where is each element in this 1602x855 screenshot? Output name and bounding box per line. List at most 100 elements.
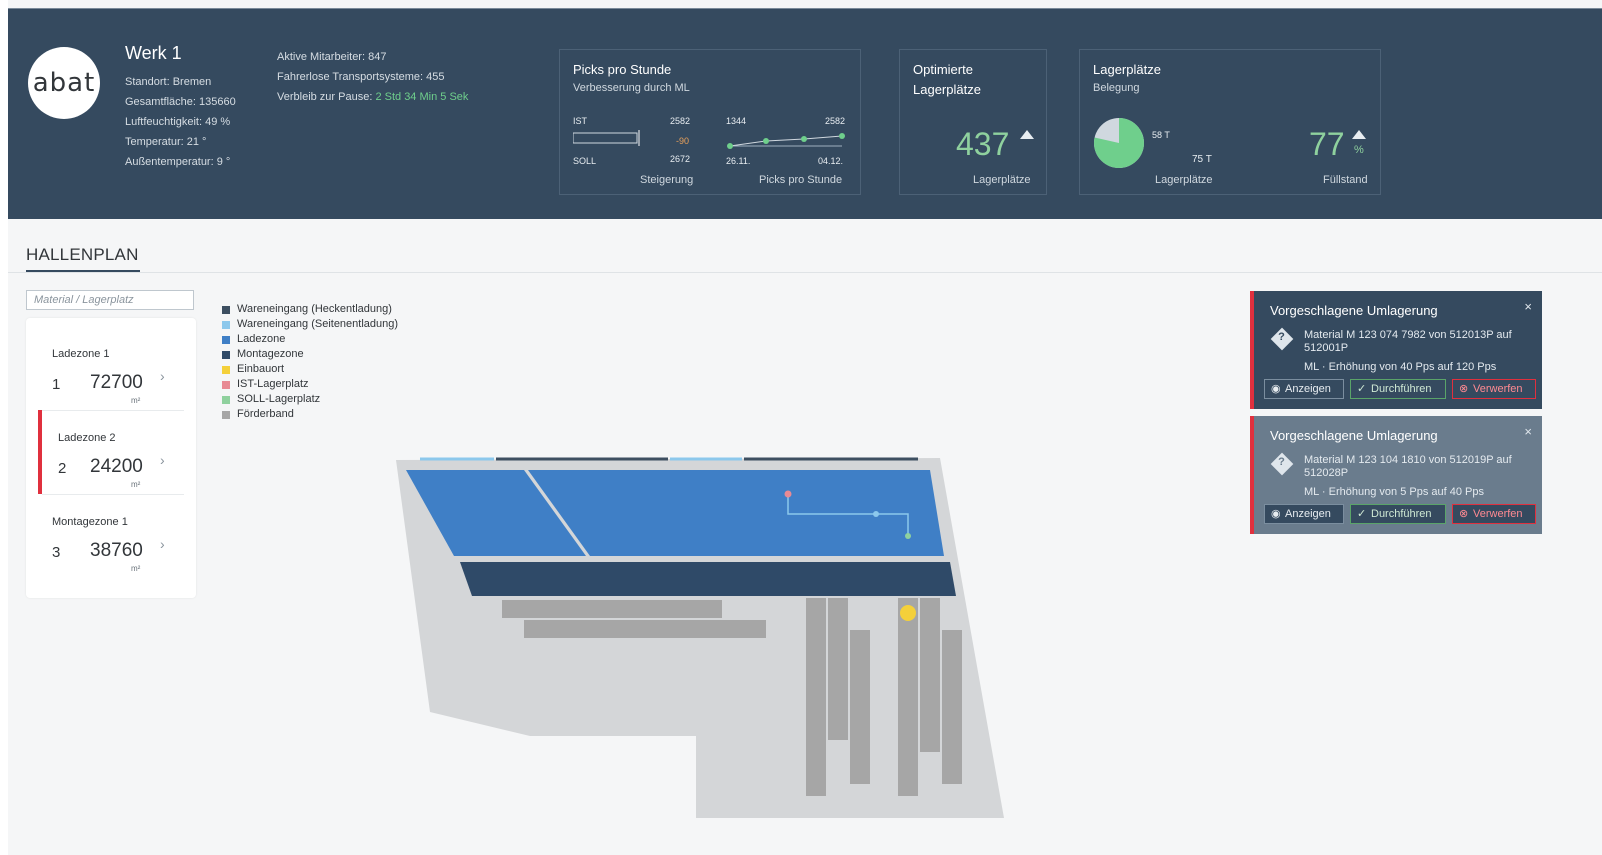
spark-point [763,138,769,144]
legend-item: Montagezone [222,347,398,362]
ist-bar [573,132,638,144]
reject-button[interactable]: ⊗ Verwerfen [1452,379,1536,399]
legend-label: Ladezone [237,333,286,345]
pie-total: 75 T [1192,154,1212,165]
picks-tile[interactable]: Picks pro Stunde Verbesserung durch ML I… [559,49,861,195]
show-button-label: Anzeigen [1285,508,1331,520]
close-icon[interactable]: × [1524,424,1532,439]
installation-point[interactable] [900,605,916,621]
execute-button[interactable]: ✓ Durchführen [1350,379,1446,399]
dashboard-header: abat Werk 1 Standort: Bremen Gesamtfläch… [8,8,1602,219]
trend-up-icon [1020,130,1034,139]
spark-point [801,136,807,142]
soll-value: 2672 [670,154,691,164]
fill-percent: 77 [1309,126,1345,162]
company-logo: abat [28,47,100,119]
date-end: 04.12. [818,156,844,166]
zone-value: 38760 [90,540,143,561]
legend-item: IST-Lagerplatz [222,377,398,392]
question-diamond-icon: ? [1270,452,1294,476]
legend-swatch [222,321,230,329]
reject-button-label: Verwerfen [1473,383,1523,395]
storage-title: Lagerplätze [1093,62,1161,77]
zone-unit: m² [131,564,141,573]
conveyor-belt [502,600,722,618]
conveyor-belt [806,598,826,796]
zone-item-montagezone-1[interactable]: Montagezone 1 3 38760 m² › [26,494,196,578]
legend-swatch [222,411,230,419]
pie-value: 58 T [1152,130,1170,140]
picks-subtitle: Verbesserung durch ML [573,82,690,94]
conveyor-belt [898,598,918,796]
ist-location-marker[interactable] [784,490,792,498]
execute-button-label: Durchführen [1371,383,1432,395]
chevron-right-icon[interactable]: › [160,452,165,468]
question-diamond-icon: ? [1270,327,1294,351]
pause-label: Verbleib zur Pause: [277,91,373,103]
legend-swatch [222,351,230,359]
title-underline [26,270,140,272]
window-frame [0,0,8,855]
conveyor-belt [524,620,766,638]
plant-outside-temperature: Außentemperatur: 9 ° [125,156,231,168]
fill-percent-unit: % [1354,144,1364,156]
optimized-footer: Lagerplätze [973,174,1031,186]
zone-value: 24200 [90,456,143,477]
eye-icon: ◉ [1271,508,1281,520]
agv-count: Fahrerlose Transportsysteme: 455 [277,71,445,83]
loading-zone-2[interactable] [528,470,944,556]
execute-button-label: Durchführen [1371,508,1432,520]
zone-value: 72700 [90,372,143,393]
soll-location-marker[interactable] [905,533,911,539]
bullet-chart [573,130,640,146]
optimized-locations-tile[interactable]: Optimierte Lagerplätze 437 Lagerplätze [899,49,1047,195]
plant-area: Gesamtfläche: 135660 [125,96,236,108]
picks-footer-right: Picks pro Stunde [759,174,843,186]
picks-footer-left: Steigerung [640,174,694,186]
legend-item: Wareneingang (Seitenentladung) [222,317,398,332]
show-button[interactable]: ◉ Anzeigen [1264,379,1344,399]
zone-unit: m² [131,480,141,489]
spark-end: 2582 [825,116,846,126]
legend-label: Einbauort [237,363,285,375]
picks-title: Picks pro Stunde [573,62,672,77]
conveyor-belt [920,598,940,752]
reject-button[interactable]: ⊗ Verwerfen [1452,504,1536,524]
search-input[interactable]: Material / Lagerplatz [26,290,194,310]
active-employees: Aktive Mitarbeiter: 847 [277,51,387,63]
execute-button[interactable]: ✓ Durchführen [1350,504,1446,524]
storage-footer-left: Lagerplätze [1155,174,1213,186]
hall-plan-map[interactable] [390,450,1020,840]
show-button-label: Anzeigen [1285,383,1331,395]
legend-swatch [222,306,230,314]
date-start: 26.11. [726,156,751,166]
show-button[interactable]: ◉ Anzeigen [1264,504,1344,524]
storage-footer-right: Füllstand [1323,174,1368,186]
chevron-right-icon[interactable]: › [160,536,165,552]
zone-list: Ladezone 1 1 72700 m² › Ladezone 2 2 242… [26,318,196,598]
path-waypoint [873,511,879,517]
zone-label: Ladezone 2 [58,432,116,444]
zone-item-ladezone-2[interactable]: Ladezone 2 2 24200 m² › [26,410,196,494]
reject-button-label: Verwerfen [1473,508,1523,520]
conveyor-belt [828,598,848,740]
card-title: Vorgeschlagene Umlagerung [1270,303,1438,318]
close-icon[interactable]: × [1524,299,1532,314]
eye-icon: ◉ [1271,383,1281,395]
relocation-card: Vorgeschlagene Umlagerung × ? Material M… [1250,291,1542,409]
optimized-title-1: Optimierte [913,62,973,77]
card-title: Vorgeschlagene Umlagerung [1270,428,1438,443]
plant-temperature: Temperatur: 21 ° [125,136,207,148]
cancel-circle-icon: ⊗ [1459,508,1469,520]
assembly-zone[interactable] [460,562,956,596]
legend-label: Wareneingang (Seitenentladung) [237,318,399,330]
storage-locations-tile[interactable]: Lagerplätze Belegung 58 T 75 T Lagerplät… [1079,49,1381,195]
zone-item-ladezone-1[interactable]: Ladezone 1 1 72700 m² › [26,326,196,410]
chevron-right-icon[interactable]: › [160,368,165,384]
plant-location: Standort: Bremen [125,76,212,88]
map-legend: Wareneingang (Heckentladung) Wareneingan… [222,302,398,422]
legend-swatch [222,381,230,389]
spark-line [729,135,843,147]
legend-label: Förderband [237,408,294,420]
spark-point [727,143,733,149]
